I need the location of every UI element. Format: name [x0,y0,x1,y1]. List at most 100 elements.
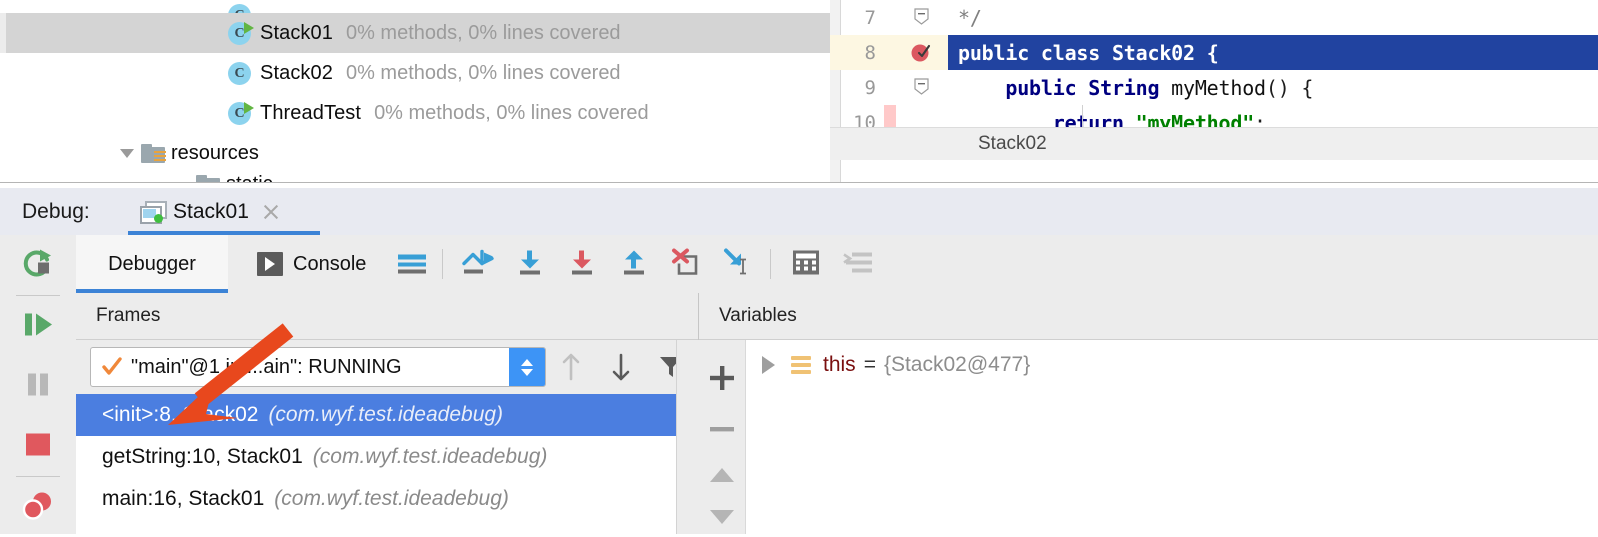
drop-frame-button[interactable] [660,235,712,293]
code-text: public String myMethod() { [1005,75,1314,100]
gutter-icons[interactable] [896,0,948,35]
rerun-icon [21,248,55,283]
frames-header-label: Frames [96,305,161,326]
show-execution-point-icon [396,250,428,279]
mute-breakpoints-button[interactable] [832,235,884,293]
breakpoint-icon[interactable] [910,41,932,63]
remove-watch-button[interactable] [708,422,736,437]
view-breakpoints-button[interactable] [0,477,76,537]
tree-item-label: static [226,173,273,182]
evaluate-expression-button[interactable] [780,235,832,293]
tree-row-clipped: C [0,0,830,14]
class-icon: C [228,101,254,125]
rerun-button[interactable] [0,235,76,295]
debug-side-toolbar[interactable] [0,235,77,534]
step-out-icon [619,249,649,280]
gutter-icons[interactable] [896,35,948,70]
add-watch-button[interactable] [708,364,736,395]
chevron-updown-icon[interactable] [509,348,545,386]
pause-program-button[interactable] [0,356,76,416]
step-over-icon [461,249,495,280]
close-icon[interactable] [261,202,281,222]
previous-frame-button[interactable] [546,340,596,394]
variable-equals: = [863,353,876,376]
tree-row-static[interactable]: static [0,173,830,182]
debug-session-tab[interactable]: Stack01 [140,188,281,235]
resume-icon [22,310,54,343]
folder-icon [196,174,220,182]
editor-line-execution: 8 public class Stack02 { [830,35,1598,70]
tree-item-coverage: 0% methods, 0% lines covered [345,61,621,84]
force-step-into-button[interactable] [556,235,608,293]
thread-selector-row[interactable]: "main"@1 in ...ain": RUNNING [76,340,698,395]
debug-label: Debug: [22,200,90,223]
expand-triangle-icon[interactable] [762,356,775,374]
variables-header-label: Variables [719,305,797,326]
tree-row[interactable]: C ThreadTest 0% methods, 0% lines covere… [0,93,830,133]
folder-icon [141,143,166,163]
tree-item-label: ThreadTest [260,101,362,124]
frame-package: (com.wyf.test.ideadebug) [312,445,548,468]
frame-package: (com.wyf.test.ideadebug) [268,403,504,426]
stop-button[interactable] [0,416,76,476]
debug-toolwindow-header: Debug: Stack01 [0,188,1598,236]
step-into-button[interactable] [504,235,556,293]
tree-row-resources[interactable]: resources [0,133,830,173]
check-icon [101,356,123,378]
tab-debugger[interactable]: Debugger [76,235,228,293]
resume-program-button[interactable] [0,296,76,356]
debug-toolwindow-body: Debugger Console Frames "main"@1 in ...a… [0,235,1598,534]
run-configuration-icon [140,200,167,224]
variables-pane: Variables this = {Stack02@477} [699,293,1598,534]
variable-row[interactable]: this = {Stack02@477} [746,340,1030,390]
line-number: 7 [864,6,876,29]
variable-value: {Stack02@477} [883,353,1031,376]
stop-icon [24,431,52,462]
tab-console[interactable]: Console [239,235,384,293]
variables-side-column[interactable] [699,340,746,534]
force-step-into-icon [567,249,597,280]
fold-icon[interactable] [914,8,929,25]
run-to-cursor-button[interactable] [712,235,764,293]
thread-selector[interactable]: "main"@1 in ...ain": RUNNING [90,347,546,387]
project-tree[interactable]: C C Stack01 0% methods, 0% lines covered… [0,0,831,183]
intellij-debug-screenshot: C C Stack01 0% methods, 0% lines covered… [0,0,1598,534]
tree-item-coverage: 0% methods, 0% lines covered [374,101,649,124]
step-over-button[interactable] [452,235,504,293]
frames-scroll-column[interactable] [676,340,699,534]
line-number: 9 [864,76,876,99]
tree-item-label: Stack02 [260,61,333,84]
frame-row[interactable]: <init>:8, Stack02 (com.wyf.test.ideadebu… [76,394,676,436]
frame-location: main:16, Stack01 [102,487,265,510]
editor-line: 9 public String myMethod() { [830,70,1598,105]
scroll-down-button[interactable] [708,508,736,529]
class-icon: C [228,21,254,45]
frame-row[interactable]: getString:10, Stack01 (com.wyf.test.idea… [76,436,676,478]
debugger-tabs-toolbar[interactable]: Debugger Console [76,235,1598,294]
tree-row[interactable]: C Stack01 0% methods, 0% lines covered [0,13,830,53]
line-number: 8 [864,41,876,64]
chevron-down-icon[interactable] [120,148,134,158]
frame-location: getString:10, Stack01 [102,445,303,468]
code-editor[interactable]: 7 */ 8 public class Stack02 {9 public S… [830,0,1598,183]
frame-row[interactable]: main:16, Stack01 (com.wyf.test.ideadebug… [76,478,676,520]
mute-breakpoints-icon [842,250,874,279]
fold-icon[interactable] [914,78,929,95]
tab-label: Debugger [108,252,196,275]
scroll-up-button[interactable] [708,466,736,487]
frame-package: (com.wyf.test.ideadebug) [274,487,509,510]
tree-row[interactable]: C Stack02 0% methods, 0% lines covered [0,53,830,93]
pause-icon [24,371,52,402]
frames-pane-header: Frames [76,293,698,340]
drop-frame-icon [670,248,702,280]
gutter-icons[interactable] [896,70,948,105]
frames-pane: Frames "main"@1 in ...ain": RUNNING <ini… [76,293,699,534]
show-execution-point-button[interactable] [386,235,438,293]
step-out-button[interactable] [608,235,660,293]
frames-list[interactable]: <init>:8, Stack02 (com.wyf.test.ideadebu… [76,394,676,534]
breadcrumb[interactable]: Stack02 [830,127,1598,160]
thread-selector-value: "main"@1 in ...ain": RUNNING [131,355,402,378]
class-icon: C [228,61,251,85]
next-frame-button[interactable] [596,340,646,394]
variable-name: this [823,353,856,376]
